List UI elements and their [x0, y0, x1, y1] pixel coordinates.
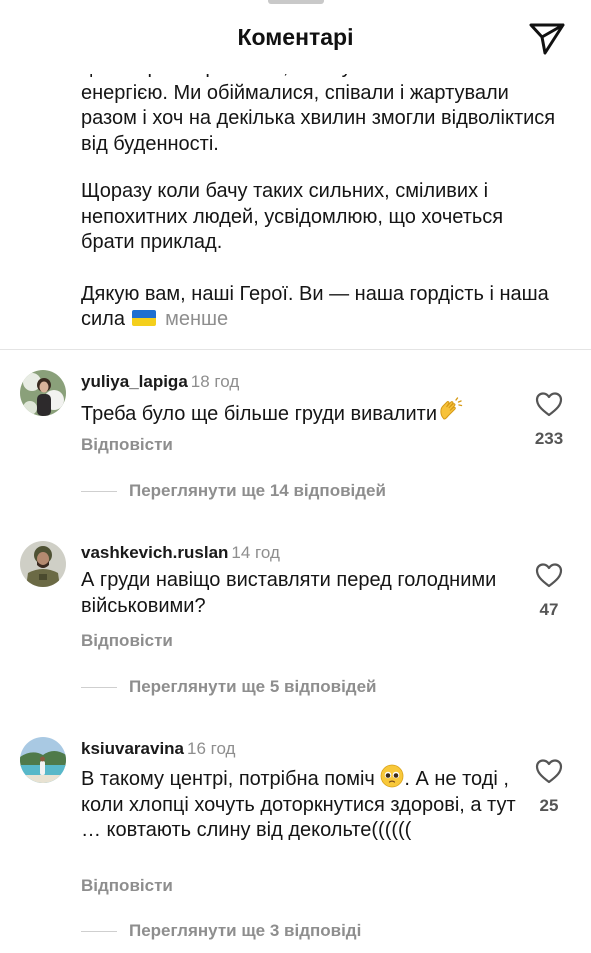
comment-author[interactable]: vashkevich.ruslan 14 год — [81, 543, 280, 563]
view-more-replies-label[interactable]: Переглянути ще 5 відповідей — [129, 677, 377, 697]
less-link[interactable]: менше — [165, 308, 228, 330]
comment-text: Треба було ще більше груди вивалити — [81, 397, 521, 428]
avatar[interactable] — [20, 737, 66, 783]
like-count: 25 — [539, 796, 559, 815]
thread-line — [81, 687, 117, 688]
comment-text-before-emoji: В такому центрі, потрібна поміч — [81, 768, 375, 790]
like-count: 47 — [539, 600, 559, 619]
like-count: 233 — [534, 429, 564, 448]
username[interactable]: vashkevich.ruslan — [81, 543, 228, 562]
comment-text-content: Треба було ще більше груди вивалити — [81, 403, 437, 425]
username[interactable]: yuliya_lapiga — [81, 372, 188, 391]
share-icon[interactable] — [528, 22, 566, 56]
page-title: Коментарі — [237, 24, 354, 50]
comments-header: Коментарі — [0, 0, 591, 74]
comment-text: А груди навіщо виставляти перед голодним… — [81, 569, 497, 617]
caption-divider — [0, 349, 591, 350]
comment-text: В такому центрі, потрібна поміч . А не т… — [81, 764, 521, 844]
sheet-grabber[interactable] — [268, 0, 324, 4]
avatar[interactable] — [20, 541, 66, 587]
reply-button[interactable]: Відповісти — [81, 435, 173, 455]
heart-icon[interactable] — [535, 562, 563, 588]
heart-icon[interactable] — [535, 391, 563, 417]
view-more-replies-label[interactable]: Переглянути ще 14 відповідей — [129, 481, 386, 501]
thread-line — [81, 491, 117, 492]
comment-time: 14 год — [231, 543, 280, 562]
caption-paragraph-3: Дякую вам, наші Герої. Ви — наша гордіст… — [81, 282, 561, 333]
reply-button[interactable]: Відповісти — [81, 631, 173, 651]
ukraine-flag-icon — [131, 310, 156, 326]
comment-time: 16 год — [187, 739, 236, 758]
heart-icon[interactable] — [535, 758, 563, 784]
comment-author[interactable]: ksiuvaravina 16 год — [81, 739, 235, 759]
pleading-face-icon — [380, 764, 404, 788]
clapping-hands-icon — [440, 397, 463, 420]
username[interactable]: ksiuvaravina — [81, 739, 184, 758]
view-more-replies-label[interactable]: Переглянути ще 3 відповіді — [129, 921, 361, 941]
caption-paragraph-2: Щоразу коли бачу таких сильних, сміливих… — [81, 180, 504, 253]
reply-button[interactable]: Відповісти — [81, 876, 173, 896]
avatar[interactable] — [20, 370, 66, 416]
comment-author[interactable]: yuliya_lapiga 18 год — [81, 372, 239, 392]
post-caption: це не просто розмова, а потужний обмінен… — [81, 55, 561, 355]
thread-line — [81, 931, 117, 932]
caption-paragraph-1-text: енергією. Ми обіймалися, співали і жарту… — [81, 81, 556, 155]
comment-time: 18 год — [190, 372, 240, 391]
